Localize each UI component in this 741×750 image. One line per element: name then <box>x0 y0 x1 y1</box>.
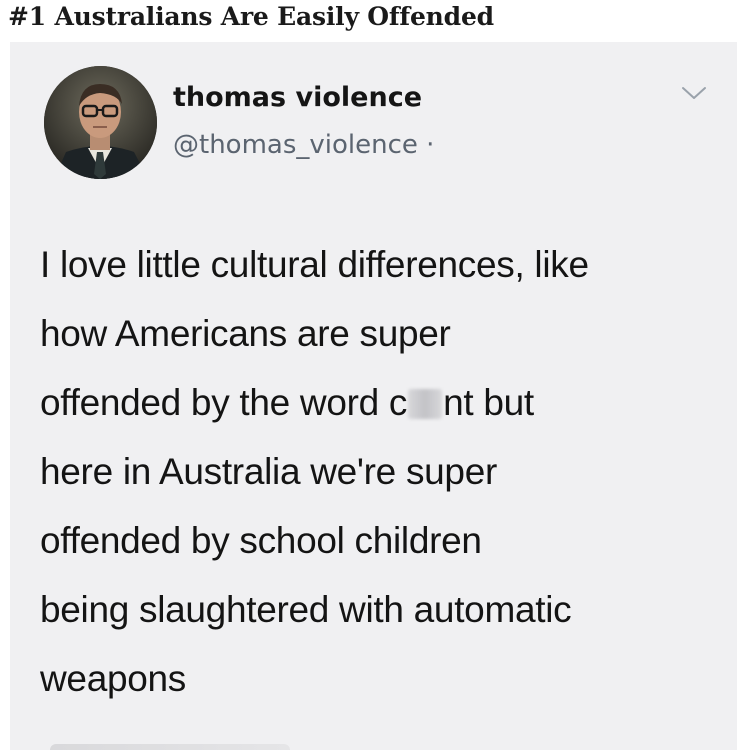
avatar-photo-icon <box>44 66 157 179</box>
tweet-line: offended by school children <box>40 520 482 561</box>
tweet-menu-button[interactable] <box>677 80 711 106</box>
avatar[interactable] <box>44 66 157 179</box>
article-heading: #1 Australians Are Easily Offended <box>8 2 494 31</box>
tweet-line: being slaughtered with automatic <box>40 589 572 630</box>
tweet-line: how Americans are super <box>40 313 451 354</box>
tweet-line-segment: offended by the word c <box>40 382 408 423</box>
cut-off-timestamp <box>50 744 290 750</box>
tweet-card: thomas violence @thomas_violence · I lov… <box>10 42 737 750</box>
chevron-down-icon <box>682 87 706 99</box>
tweet-line: offended by the word c nt but <box>40 368 730 437</box>
tweet-text: I love little cultural differences, like… <box>40 230 730 713</box>
censor-blur <box>408 389 443 419</box>
tweet-line: here in Australia we're super <box>40 451 497 492</box>
tweet-line-segment: nt but <box>443 382 534 423</box>
display-name[interactable]: thomas violence <box>173 82 422 113</box>
user-handle[interactable]: @thomas_violence · <box>173 130 434 160</box>
tweet-line: I love little cultural differences, like <box>40 244 589 285</box>
tweet-line: weapons <box>40 658 187 699</box>
